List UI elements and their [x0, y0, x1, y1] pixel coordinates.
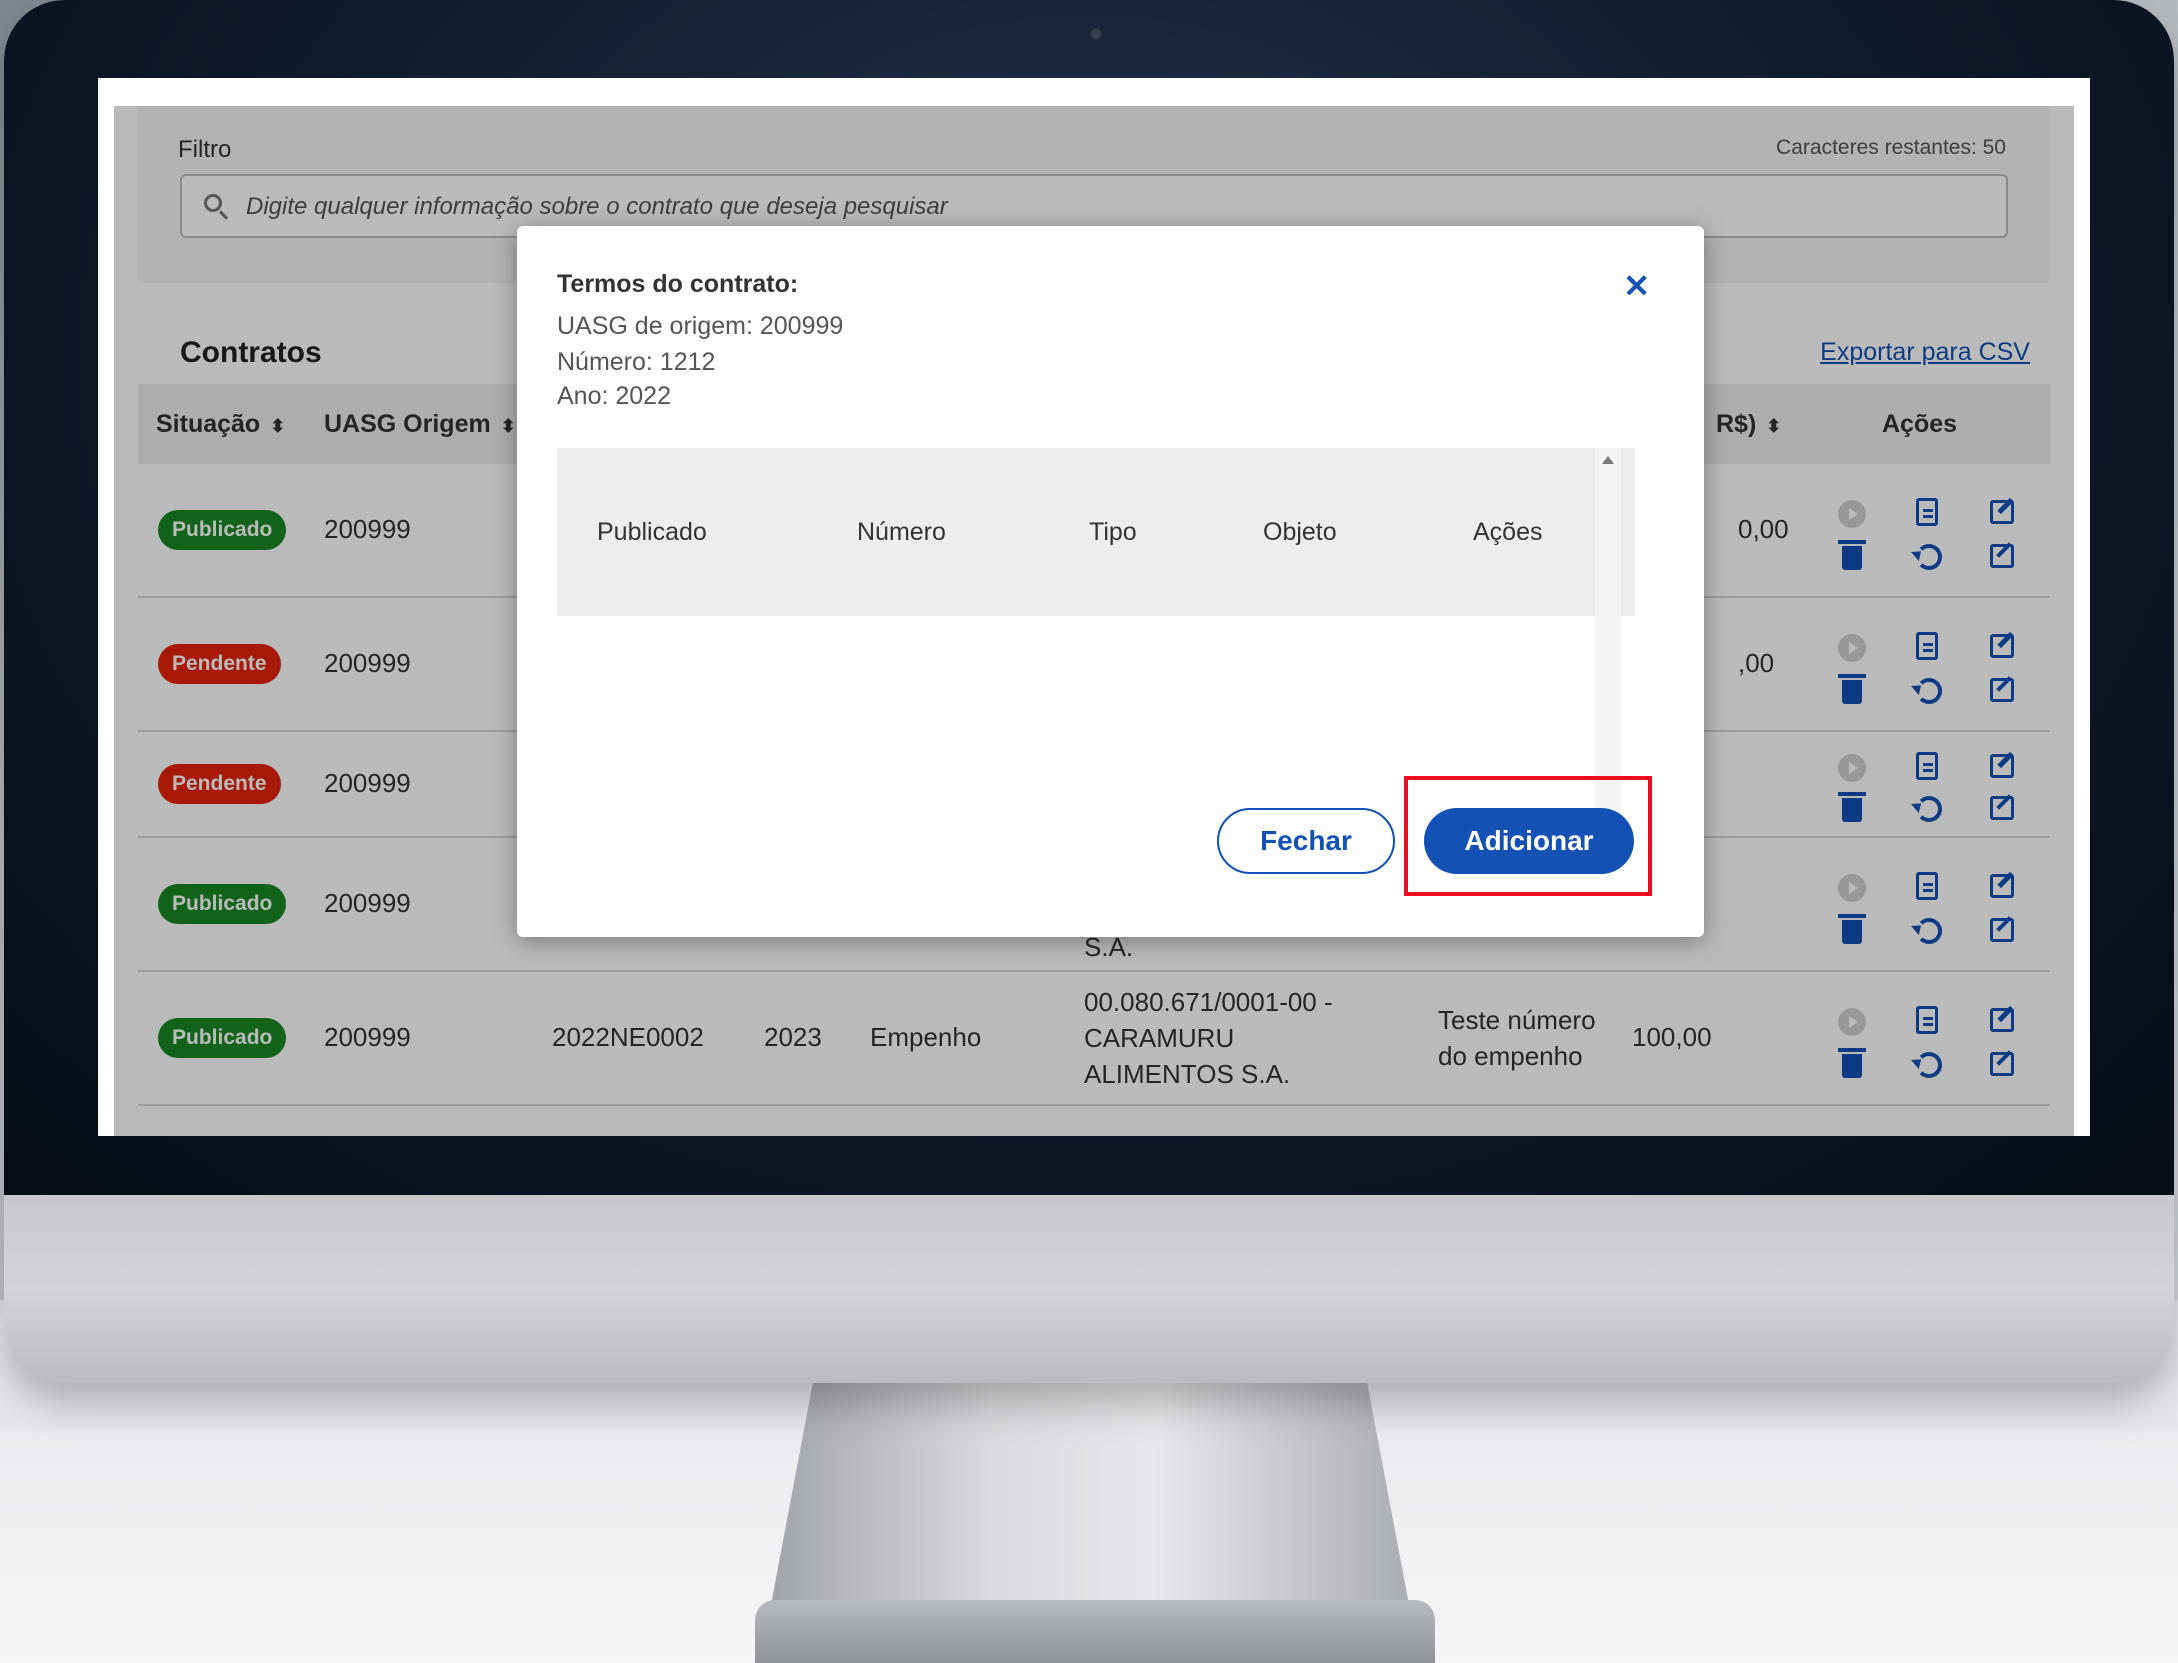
- monitor-chin: [4, 1195, 2174, 1383]
- modal-title: Termos do contrato:: [557, 270, 799, 298]
- terms-table-header: Publicado Número Tipo Objeto Ações: [557, 448, 1635, 616]
- terms-header-publicado: Publicado: [597, 518, 707, 546]
- terms-header-tipo: Tipo: [1089, 518, 1137, 546]
- monitor: Filtro Caracteres restantes: 50 Digite q…: [4, 0, 2174, 1383]
- screen: Filtro Caracteres restantes: 50 Digite q…: [98, 78, 2090, 1136]
- modal-numero: Número: 1212: [557, 348, 716, 376]
- scroll-up-icon[interactable]: [1602, 456, 1614, 464]
- terms-header-numero: Número: [857, 518, 946, 546]
- modal-uasg: UASG de origem: 200999: [557, 312, 844, 340]
- close-button[interactable]: Fechar: [1217, 808, 1395, 874]
- terms-header-acoes: Ações: [1473, 518, 1543, 546]
- highlight-box: [1404, 776, 1652, 896]
- close-icon[interactable]: ✕: [1623, 270, 1650, 302]
- monitor-stand-base: [755, 1600, 1435, 1663]
- modal-ano: Ano: 2022: [557, 382, 671, 410]
- terms-header-objeto: Objeto: [1263, 518, 1337, 546]
- camera-icon: [1089, 27, 1103, 41]
